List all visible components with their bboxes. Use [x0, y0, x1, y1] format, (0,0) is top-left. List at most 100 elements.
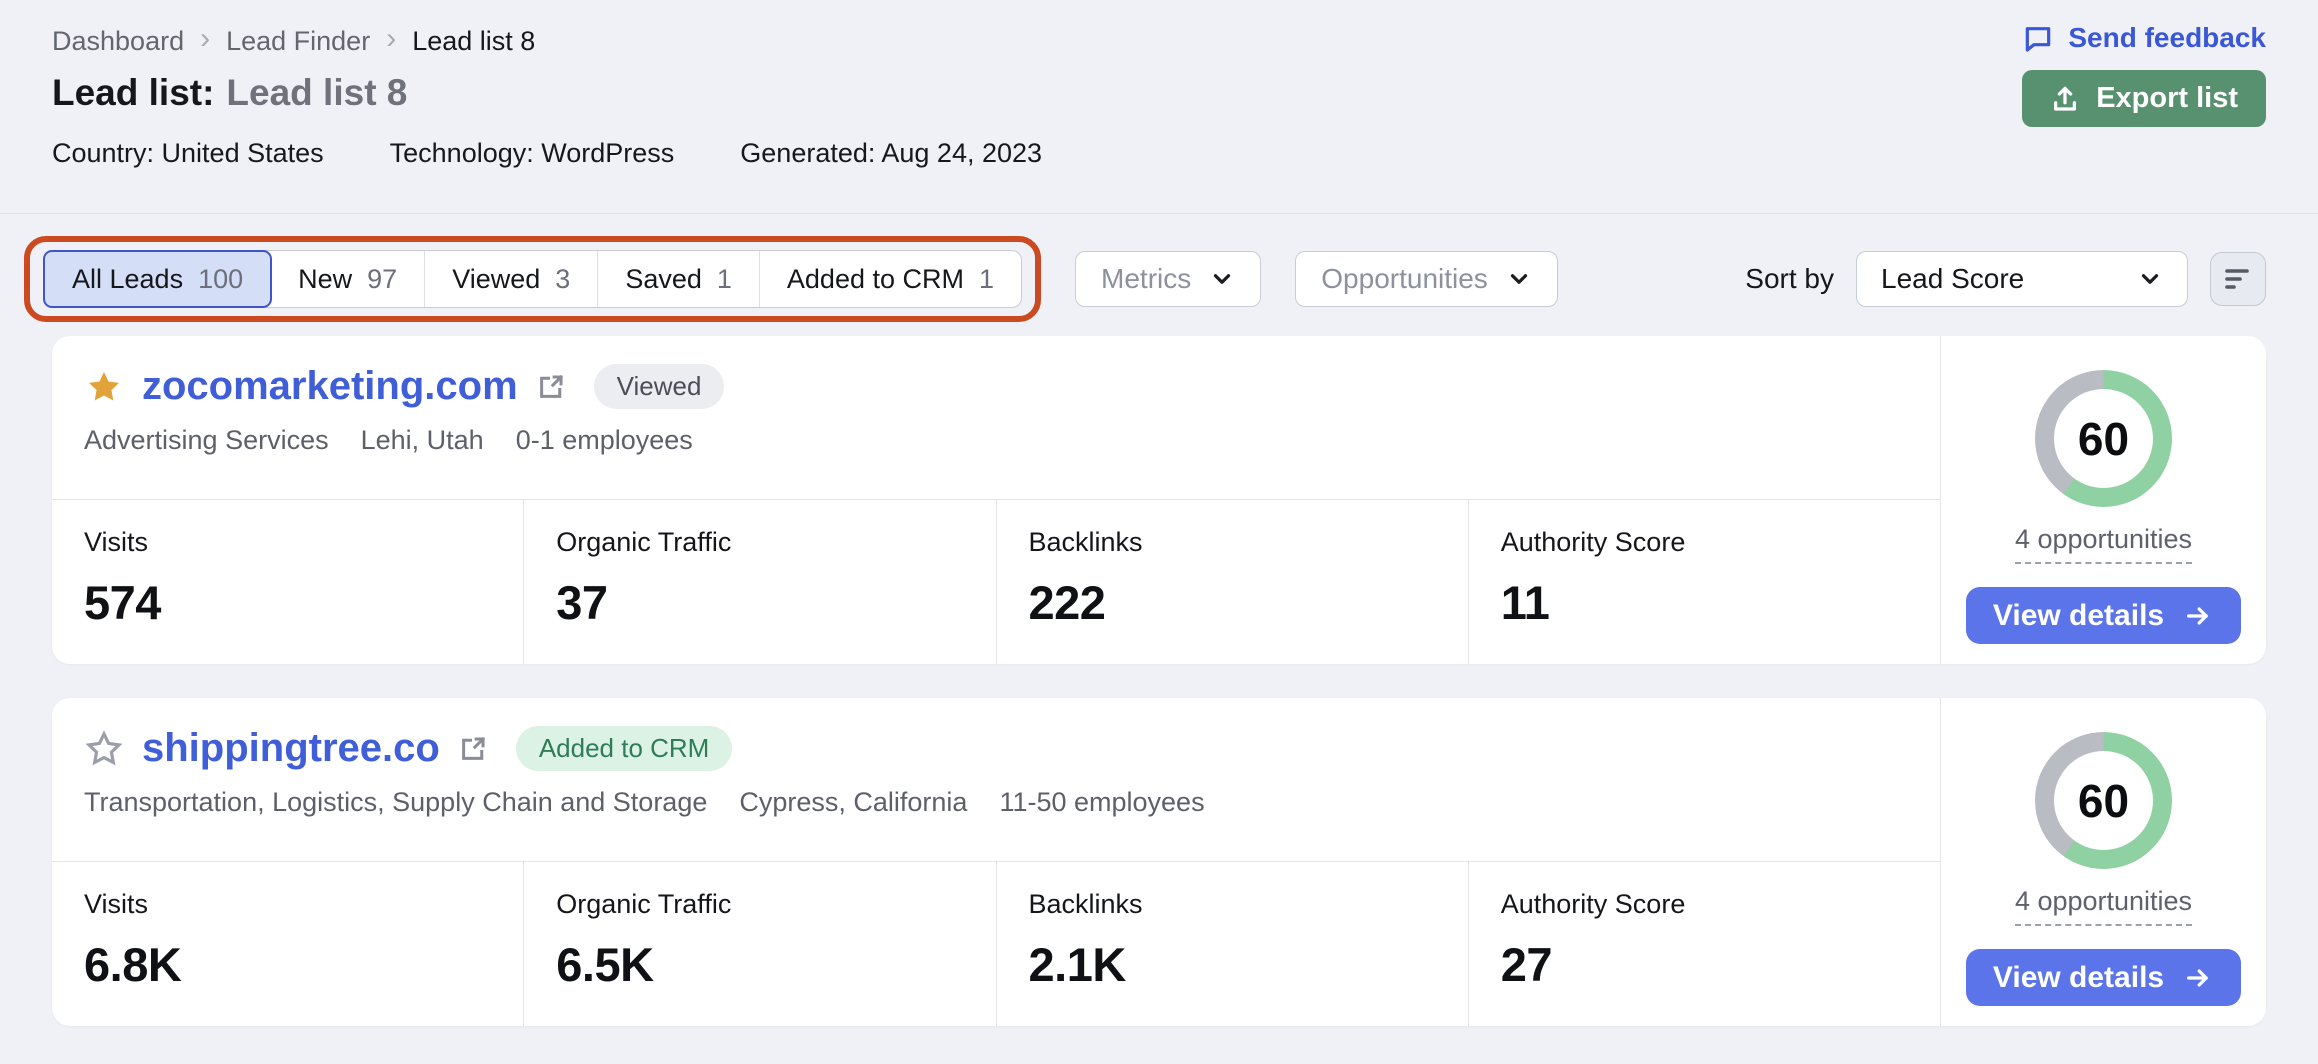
card-header: shippingtree.co Added to CRM Transportat… [52, 698, 1940, 861]
metric-label: Backlinks [1029, 889, 1468, 920]
external-link-icon[interactable] [536, 372, 566, 402]
metric-organic-traffic: Organic Traffic 37 [523, 500, 995, 664]
list-meta-row: Country: United States Technology: WordP… [52, 138, 2266, 213]
sort-select[interactable]: Lead Score [1856, 251, 2188, 307]
tab-label: Saved [625, 264, 702, 295]
metric-value: 222 [1029, 575, 1468, 630]
domain-link[interactable]: zocomarketing.com [142, 364, 518, 409]
export-list-label: Export list [2096, 82, 2238, 115]
meta-technology: Technology: WordPress [390, 138, 675, 169]
company-meta: Transportation, Logistics, Supply Chain … [84, 787, 1910, 818]
breadcrumb-lead-finder[interactable]: Lead Finder [226, 26, 370, 57]
page-header: Dashboard › Lead Finder › Lead list 8 Le… [0, 0, 2318, 214]
send-feedback-link[interactable]: Send feedback [2022, 22, 2266, 54]
metric-value: 11 [1501, 575, 1940, 630]
card-main: zocomarketing.com Viewed Advertising Ser… [52, 336, 1940, 664]
arrow-right-icon [2182, 602, 2214, 630]
tab-label: Viewed [452, 264, 540, 295]
meta-country: Country: United States [52, 138, 324, 169]
lead-card-list: zocomarketing.com Viewed Advertising Ser… [0, 322, 2318, 1026]
metric-authority-score: Authority Score 27 [1468, 862, 1940, 1026]
lead-finder-page: Dashboard › Lead Finder › Lead list 8 Le… [0, 0, 2318, 1064]
lead-card-shippingtree: shippingtree.co Added to CRM Transportat… [52, 698, 2266, 1026]
metric-visits: Visits 574 [52, 500, 523, 664]
tab-count: 1 [979, 264, 994, 295]
metric-label: Visits [84, 527, 523, 558]
metric-backlinks: Backlinks 222 [996, 500, 1468, 664]
metric-label: Organic Traffic [556, 889, 995, 920]
lead-filter-tabs: All Leads 100 New 97 Viewed 3 Saved 1 Ad… [43, 250, 1022, 308]
tab-count: 1 [717, 264, 732, 295]
domain-row: zocomarketing.com Viewed [84, 364, 1910, 409]
company-location: Cypress, California [739, 787, 967, 818]
metrics-row: Visits 6.8K Organic Traffic 6.5K Backlin… [52, 861, 1940, 1026]
opportunities-link[interactable]: 4 opportunities [2015, 524, 2192, 564]
company-size: 0-1 employees [516, 425, 693, 456]
page-title-list-name: Lead list 8 [226, 72, 407, 114]
company-size: 11-50 employees [999, 787, 1204, 818]
sort-by-label: Sort by [1745, 263, 1834, 295]
chevron-down-icon [2137, 266, 2163, 292]
metric-organic-traffic: Organic Traffic 6.5K [523, 862, 995, 1026]
tab-new[interactable]: New 97 [271, 251, 425, 307]
breadcrumb-dashboard[interactable]: Dashboard [52, 26, 184, 57]
tab-count: 97 [367, 264, 397, 295]
sort-direction-button[interactable] [2210, 252, 2266, 306]
tab-viewed[interactable]: Viewed 3 [425, 251, 598, 307]
tab-label: New [298, 264, 352, 295]
breadcrumb-separator-icon: › [386, 24, 396, 58]
metrics-row: Visits 574 Organic Traffic 37 Backlinks … [52, 499, 1940, 664]
breadcrumb-separator-icon: › [200, 24, 210, 58]
company-location: Lehi, Utah [361, 425, 484, 456]
external-link-icon[interactable] [458, 734, 488, 764]
metric-authority-score: Authority Score 11 [1468, 500, 1940, 664]
domain-row: shippingtree.co Added to CRM [84, 726, 1910, 771]
header-actions: Send feedback Export list [2022, 22, 2266, 127]
export-list-button[interactable]: Export list [2022, 70, 2266, 127]
lead-score-value: 60 [2078, 412, 2129, 466]
tab-added-to-crm[interactable]: Added to CRM 1 [760, 251, 1021, 307]
tab-saved[interactable]: Saved 1 [598, 251, 760, 307]
send-feedback-label: Send feedback [2068, 22, 2266, 54]
card-header: zocomarketing.com Viewed Advertising Ser… [52, 336, 1940, 499]
card-main: shippingtree.co Added to CRM Transportat… [52, 698, 1940, 1026]
lead-card-zocomarketing: zocomarketing.com Viewed Advertising Ser… [52, 336, 2266, 664]
metric-value: 6.5K [556, 937, 995, 992]
view-details-button[interactable]: View details [1966, 587, 2241, 644]
favorite-star-button[interactable] [84, 729, 124, 769]
tab-label: Added to CRM [787, 264, 964, 295]
tab-label: All Leads [72, 264, 183, 295]
annotation-highlight-ring: All Leads 100 New 97 Viewed 3 Saved 1 Ad… [24, 236, 1041, 322]
opportunities-dropdown[interactable]: Opportunities [1295, 251, 1558, 307]
metric-value: 27 [1501, 937, 1940, 992]
sort-select-value: Lead Score [1881, 263, 2024, 295]
filters-toolbar: All Leads 100 New 97 Viewed 3 Saved 1 Ad… [0, 236, 2318, 322]
tab-all-leads[interactable]: All Leads 100 [43, 250, 272, 308]
tab-count: 100 [198, 264, 243, 295]
tab-count: 3 [555, 264, 570, 295]
metric-value: 2.1K [1029, 937, 1468, 992]
title-row: Lead list: Lead list 8 [52, 72, 2266, 114]
metric-visits: Visits 6.8K [52, 862, 523, 1026]
page-title: Lead list: [52, 72, 214, 114]
sort-descending-icon [2223, 266, 2253, 292]
metric-value: 574 [84, 575, 523, 630]
feedback-bubble-icon [2022, 22, 2054, 54]
metric-label: Organic Traffic [556, 527, 995, 558]
view-details-label: View details [1993, 961, 2164, 995]
lead-score-donut: 60 [2035, 732, 2172, 869]
opportunities-link[interactable]: 4 opportunities [2015, 886, 2192, 926]
metric-backlinks: Backlinks 2.1K [996, 862, 1468, 1026]
status-badge: Viewed [594, 364, 725, 409]
metric-value: 6.8K [84, 937, 523, 992]
lead-score-value: 60 [2078, 774, 2129, 828]
favorite-star-button[interactable] [84, 367, 124, 407]
company-meta: Advertising Services Lehi, Utah 0-1 empl… [84, 425, 1910, 456]
chevron-down-icon [1506, 266, 1532, 292]
chevron-down-icon [1209, 266, 1235, 292]
domain-link[interactable]: shippingtree.co [142, 726, 440, 771]
company-industry: Transportation, Logistics, Supply Chain … [84, 787, 707, 818]
view-details-button[interactable]: View details [1966, 949, 2241, 1006]
arrow-right-icon [2182, 964, 2214, 992]
metrics-dropdown[interactable]: Metrics [1075, 251, 1261, 307]
